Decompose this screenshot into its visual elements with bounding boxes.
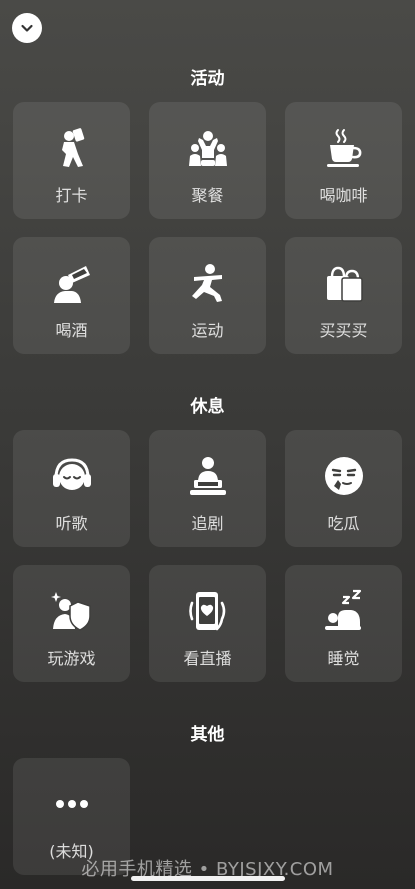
tile-watching-tv[interactable]: 追剧 bbox=[149, 430, 266, 547]
headphones-icon bbox=[52, 458, 91, 490]
tile-dinner-gathering[interactable]: 聚餐 bbox=[149, 102, 266, 219]
tile-label: 运动 bbox=[191, 321, 224, 340]
tile-label: 玩游戏 bbox=[47, 649, 96, 668]
watching-tv-icon bbox=[189, 457, 226, 495]
dinner-gathering-icon bbox=[188, 131, 227, 166]
tile-game[interactable]: 玩游戏 bbox=[13, 565, 130, 682]
tile-label: 听歌 bbox=[55, 514, 88, 533]
section-title-activity: 活动 bbox=[190, 69, 225, 89]
tile-label: 聚餐 bbox=[191, 186, 224, 205]
tile-label: 追剧 bbox=[191, 514, 224, 533]
tile-coffee[interactable]: 喝咖啡 bbox=[285, 102, 402, 219]
section-title-other: 其他 bbox=[190, 725, 225, 745]
tile-shopping[interactable]: 买买买 bbox=[285, 237, 402, 354]
sleep-icon bbox=[324, 589, 361, 630]
shopping-bags-icon bbox=[326, 266, 363, 302]
check-in-icon bbox=[61, 128, 84, 167]
tile-label: 看直播 bbox=[183, 649, 232, 668]
tile-label: 买买买 bbox=[319, 321, 368, 340]
home-indicator bbox=[131, 876, 285, 881]
tile-gossip[interactable]: 吃瓜 bbox=[285, 430, 402, 547]
tile-label: 喝酒 bbox=[55, 321, 88, 340]
collapse-button[interactable] bbox=[12, 13, 42, 43]
game-icon bbox=[50, 592, 91, 631]
tile-label: 喝咖啡 bbox=[319, 186, 368, 205]
tile-music[interactable]: 听歌 bbox=[13, 430, 130, 547]
tile-label: 睡觉 bbox=[327, 649, 360, 668]
gossip-face-icon bbox=[324, 457, 363, 495]
coffee-cup-icon bbox=[326, 129, 361, 167]
exercise-icon bbox=[191, 264, 222, 302]
tile-label: 打卡 bbox=[55, 186, 88, 205]
more-dots-icon bbox=[55, 800, 88, 808]
tile-sleep[interactable]: 睡觉 bbox=[285, 565, 402, 682]
chevron-down-icon bbox=[21, 24, 33, 32]
section-title-rest: 休息 bbox=[190, 397, 225, 417]
tile-exercise[interactable]: 运动 bbox=[149, 237, 266, 354]
drinking-icon bbox=[53, 266, 90, 303]
tile-drinking[interactable]: 喝酒 bbox=[13, 237, 130, 354]
live-stream-icon bbox=[188, 592, 225, 631]
tile-check-in[interactable]: 打卡 bbox=[13, 102, 130, 219]
tile-live-stream[interactable]: 看直播 bbox=[149, 565, 266, 682]
tile-label: 吃瓜 bbox=[327, 514, 360, 533]
